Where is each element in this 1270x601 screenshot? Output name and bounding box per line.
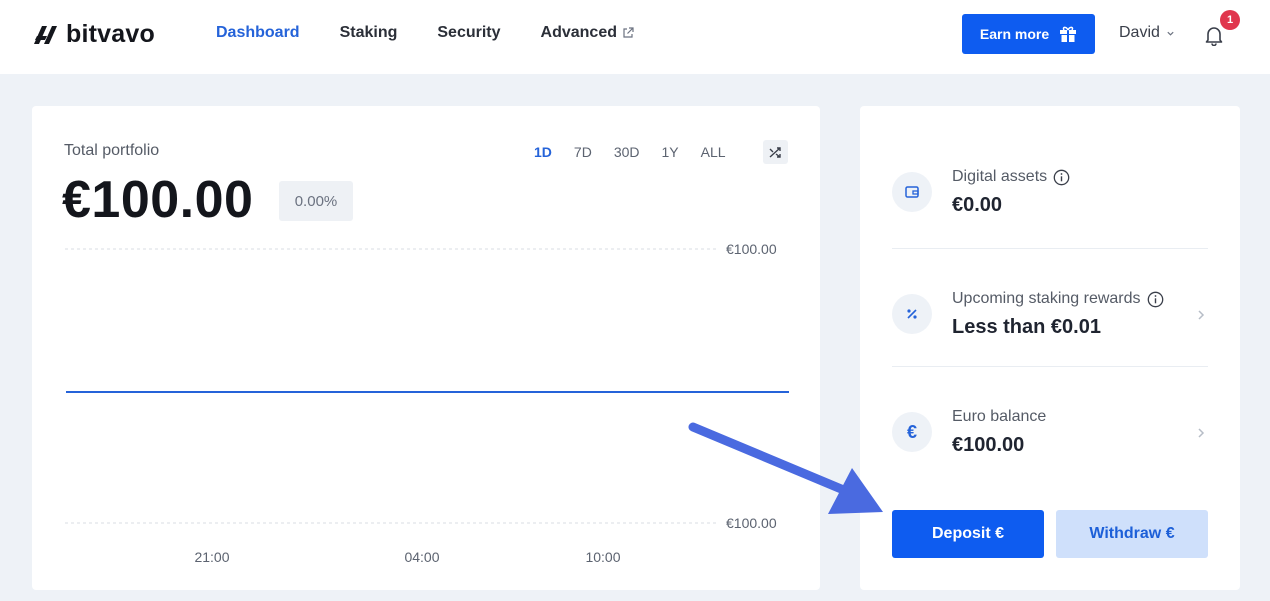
- x-tick-label-2: 10:00: [585, 549, 620, 565]
- asset-value: €100.00: [952, 434, 1025, 456]
- brand-name: bitvavo: [66, 20, 155, 48]
- earn-more-button[interactable]: Earn more: [962, 14, 1095, 54]
- info-icon[interactable]: [1053, 169, 1070, 186]
- x-tick-label-0: 21:00: [194, 549, 229, 565]
- portfolio-chart: €100.00 €100.00 21:00 04:00 10:00: [65, 241, 789, 565]
- info-icon[interactable]: [1147, 291, 1164, 308]
- brand-logo[interactable]: bitvavo: [34, 20, 155, 49]
- nav-item-label: Security: [437, 24, 501, 41]
- x-tick-label-1: 04:00: [404, 549, 439, 565]
- chevron-down-icon: [1167, 31, 1174, 36]
- external-link-icon: [623, 27, 634, 38]
- asset-label-text: Euro balance: [952, 408, 1047, 425]
- user-name: David: [1119, 24, 1160, 41]
- chevron-right-icon: [1198, 310, 1205, 320]
- gift-icon: [1060, 26, 1077, 42]
- asset-row-euro[interactable]: € Euro balance €100.00: [892, 408, 1208, 456]
- deposit-button[interactable]: Deposit €: [892, 510, 1044, 558]
- asset-label-text: Upcoming staking rewards: [952, 290, 1141, 307]
- divider: [892, 366, 1208, 367]
- nav-item-dashboard[interactable]: Dashboard: [216, 24, 300, 42]
- nav-item-label: Dashboard: [216, 24, 300, 41]
- asset-icon-wrap: €: [892, 412, 932, 452]
- asset-value: €0.00: [952, 194, 1003, 216]
- asset-icon-wrap: [892, 172, 932, 212]
- asset-value: Less than €0.01: [952, 316, 1101, 338]
- nav-item-advanced[interactable]: Advanced: [541, 24, 634, 42]
- bitvavo-logo-icon: [34, 25, 57, 44]
- y-tick-label-top: €100.00: [726, 241, 777, 257]
- asset-icon-wrap: [892, 294, 932, 334]
- asset-row-digital: Digital assets €0.00: [892, 168, 1208, 216]
- asset-label: Digital assets: [952, 168, 1070, 186]
- withdraw-button[interactable]: Withdraw €: [1056, 510, 1208, 558]
- nav-item-label: Advanced: [540, 24, 617, 41]
- nav-item-staking[interactable]: Staking: [340, 24, 398, 42]
- percent-icon: [907, 309, 917, 319]
- bell-icon[interactable]: [1203, 24, 1225, 46]
- asset-row-staking[interactable]: Upcoming staking rewards Less than €0.01: [892, 290, 1208, 338]
- asset-label: Euro balance: [952, 408, 1046, 426]
- user-menu[interactable]: David: [1119, 24, 1175, 42]
- portfolio-card: Total portfolio €100.00 0.00% 1D 7D 30D …: [32, 106, 820, 590]
- y-tick-label-bottom: €100.00: [726, 515, 777, 531]
- asset-label: Upcoming staking rewards: [952, 290, 1164, 308]
- balances-card: Digital assets €0.00 Upcoming staking re…: [860, 106, 1240, 590]
- euro-icon: €: [906, 421, 917, 442]
- asset-label-text: Digital assets: [952, 168, 1048, 185]
- wallet-icon: [905, 186, 919, 198]
- nav-item-security[interactable]: Security: [437, 24, 500, 42]
- nav-item-label: Staking: [339, 24, 398, 41]
- divider: [892, 248, 1208, 249]
- main-nav: Dashboard Staking Security Advanced: [216, 24, 634, 42]
- earn-more-label: Earn more: [979, 26, 1050, 42]
- chevron-right-icon: [1198, 428, 1205, 438]
- notification-badge: 1: [1220, 10, 1240, 30]
- top-header: bitvavo Dashboard Staking Security Advan…: [0, 0, 1270, 74]
